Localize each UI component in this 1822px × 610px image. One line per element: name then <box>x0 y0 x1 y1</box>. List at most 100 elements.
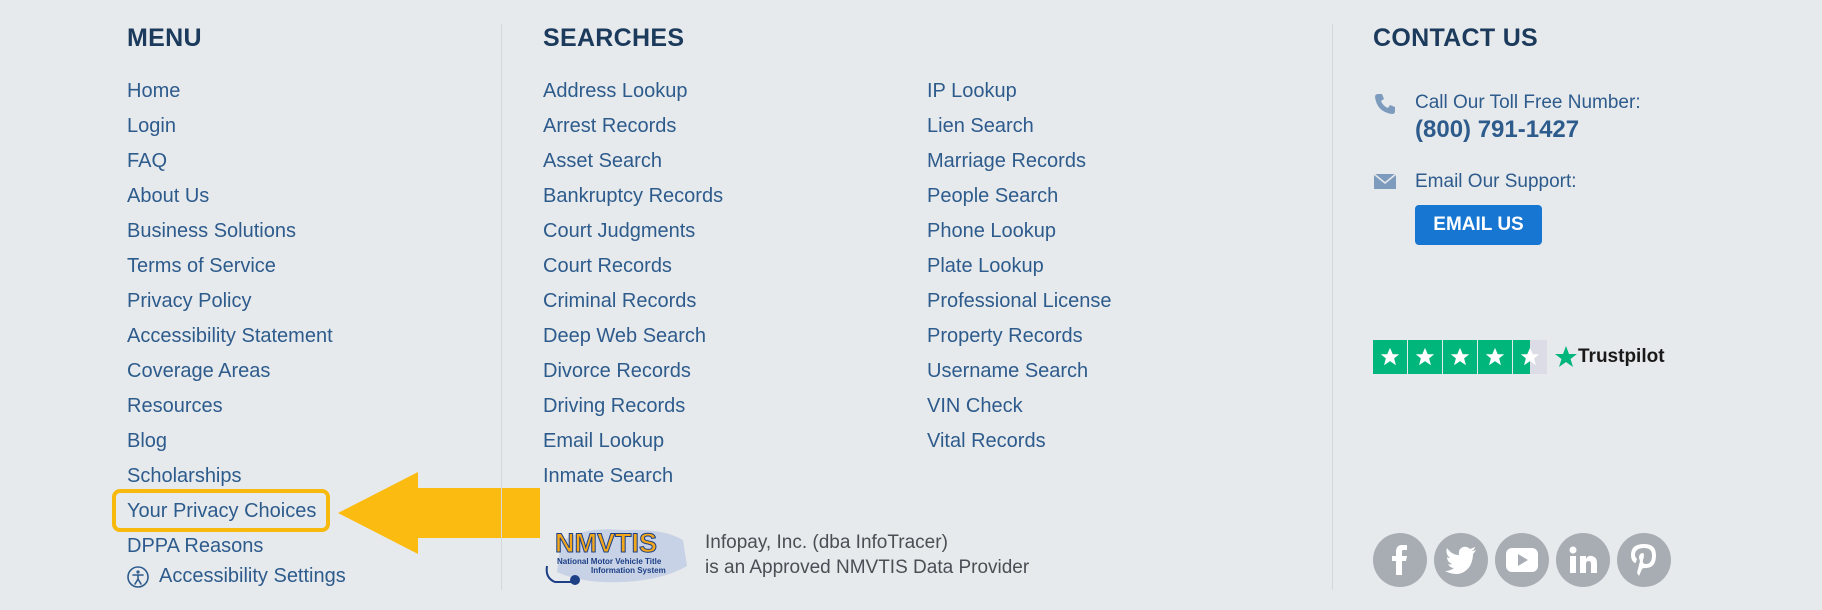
search-item: People Search <box>927 184 1112 219</box>
search-link-vital[interactable]: Vital Records <box>927 430 1046 452</box>
search-link-phone[interactable]: Phone Lookup <box>927 220 1056 242</box>
pinterest-icon[interactable] <box>1617 533 1671 587</box>
search-item: Asset Search <box>543 149 723 184</box>
search-link-vin[interactable]: VIN Check <box>927 395 1023 417</box>
trustpilot-rating <box>1373 340 1548 374</box>
contact-heading: CONTACT US <box>1373 24 1539 52</box>
menu-item-home: Home <box>127 79 333 114</box>
search-item: VIN Check <box>927 394 1112 429</box>
menu-item-privacy-choices: Your Privacy Choices <box>112 489 333 534</box>
nmvtis-line-2: is an Approved NMVTIS Data Provider <box>705 557 1030 578</box>
menu-link-about[interactable]: About Us <box>127 185 209 207</box>
menu-item-about: About Us <box>127 184 333 219</box>
menu-item-faq: FAQ <box>127 149 333 184</box>
search-link-email[interactable]: Email Lookup <box>543 430 664 452</box>
search-item: Vital Records <box>927 429 1112 464</box>
search-item: Driving Records <box>543 394 723 429</box>
menu-link-privacy-policy[interactable]: Privacy Policy <box>127 290 251 312</box>
search-item: Lien Search <box>927 114 1112 149</box>
search-item: Email Lookup <box>543 429 723 464</box>
menu-link-home[interactable]: Home <box>127 80 180 102</box>
nmvtis-line-1: Infopay, Inc. (dba InfoTracer) <box>705 532 948 553</box>
menu-link-login[interactable]: Login <box>127 115 176 137</box>
menu-link-terms[interactable]: Terms of Service <box>127 255 276 277</box>
search-item: Bankruptcy Records <box>543 184 723 219</box>
nmvtis-logo-text: NMVTIS <box>555 528 657 558</box>
menu-item-blog: Blog <box>127 429 333 464</box>
menu-link-faq[interactable]: FAQ <box>127 150 167 172</box>
accessibility-settings-label: Accessibility Settings <box>159 565 346 587</box>
social-links <box>1373 533 1678 587</box>
trustpilot-star-icon <box>1555 346 1577 367</box>
column-divider <box>501 24 502 590</box>
menu-link-scholarships[interactable]: Scholarships <box>127 465 242 487</box>
envelope-icon <box>1373 171 1399 197</box>
search-link-username[interactable]: Username Search <box>927 360 1088 382</box>
call-label: Call Our Toll Free Number: <box>1415 92 1641 113</box>
trustpilot-widget[interactable]: Trustpilot <box>1373 340 1665 374</box>
menu-item-resources: Resources <box>127 394 333 429</box>
search-link-court-records[interactable]: Court Records <box>543 255 672 277</box>
accessibility-icon <box>127 565 149 588</box>
search-link-deep-web[interactable]: Deep Web Search <box>543 325 706 347</box>
search-link-professional[interactable]: Professional License <box>927 290 1112 312</box>
facebook-icon[interactable] <box>1373 533 1427 587</box>
menu-link-privacy-choices[interactable]: Your Privacy Choices <box>127 500 316 522</box>
trustpilot-label: Trustpilot <box>1578 346 1665 367</box>
email-row: Email Our Support: <box>1373 171 1577 197</box>
linkedin-icon[interactable] <box>1556 533 1610 587</box>
search-link-inmate[interactable]: Inmate Search <box>543 465 673 487</box>
accessibility-settings-link[interactable]: Accessibility Settings <box>127 565 346 588</box>
call-info: Call Our Toll Free Number: (800) 791-142… <box>1415 92 1641 144</box>
search-link-driving[interactable]: Driving Records <box>543 395 685 417</box>
search-link-ip[interactable]: IP Lookup <box>927 80 1017 102</box>
search-item: Inmate Search <box>543 464 723 499</box>
search-link-divorce[interactable]: Divorce Records <box>543 360 691 382</box>
nmvtis-statement: Infopay, Inc. (dba InfoTracer) is an App… <box>705 530 1029 580</box>
menu-list: Home Login FAQ About Us Business Solutio… <box>112 79 333 569</box>
column-divider <box>1332 24 1333 590</box>
menu-item-login: Login <box>127 114 333 149</box>
menu-link-accessibility-statement[interactable]: Accessibility Statement <box>127 325 333 347</box>
menu-link-dppa[interactable]: DPPA Reasons <box>127 535 263 557</box>
menu-item-business: Business Solutions <box>127 219 333 254</box>
searches-list-2: IP Lookup Lien Search Marriage Records P… <box>927 79 1112 464</box>
twitter-icon[interactable] <box>1434 533 1488 587</box>
menu-item-dppa: DPPA Reasons <box>127 534 333 569</box>
search-link-people[interactable]: People Search <box>927 185 1058 207</box>
phone-number[interactable]: (800) 791-1427 <box>1415 116 1641 144</box>
search-link-criminal[interactable]: Criminal Records <box>543 290 696 312</box>
search-link-asset[interactable]: Asset Search <box>543 150 662 172</box>
nmvtis-badge: NMVTIS National Motor Vehicle Title Info… <box>543 522 1029 588</box>
search-link-arrest[interactable]: Arrest Records <box>543 115 676 137</box>
search-link-address[interactable]: Address Lookup <box>543 80 688 102</box>
star-icon <box>1373 340 1407 374</box>
search-link-bankruptcy[interactable]: Bankruptcy Records <box>543 185 723 207</box>
star-icon <box>1478 340 1512 374</box>
search-link-plate[interactable]: Plate Lookup <box>927 255 1044 277</box>
menu-item-privacy-policy: Privacy Policy <box>127 289 333 324</box>
search-link-marriage[interactable]: Marriage Records <box>927 150 1086 172</box>
search-link-court-judgments[interactable]: Court Judgments <box>543 220 695 242</box>
search-link-property[interactable]: Property Records <box>927 325 1083 347</box>
search-item: Username Search <box>927 359 1112 394</box>
email-us-button[interactable]: EMAIL US <box>1415 205 1542 245</box>
search-item: Criminal Records <box>543 289 723 324</box>
star-icon <box>1443 340 1477 374</box>
menu-item-accessibility-statement: Accessibility Statement <box>127 324 333 359</box>
half-star-icon <box>1513 340 1547 374</box>
youtube-icon[interactable] <box>1495 533 1549 587</box>
menu-link-coverage[interactable]: Coverage Areas <box>127 360 270 382</box>
footer-searches-column: SEARCHES Address Lookup Arrest Records A… <box>543 0 1303 590</box>
search-item: Marriage Records <box>927 149 1112 184</box>
search-link-lien[interactable]: Lien Search <box>927 115 1034 137</box>
nmvtis-logo-sub1: National Motor Vehicle Title <box>557 557 662 566</box>
search-item: Address Lookup <box>543 79 723 114</box>
menu-link-blog[interactable]: Blog <box>127 430 167 452</box>
menu-link-business[interactable]: Business Solutions <box>127 220 296 242</box>
nmvtis-logo-sub2: Information System <box>591 566 666 575</box>
menu-link-resources[interactable]: Resources <box>127 395 223 417</box>
search-item: Divorce Records <box>543 359 723 394</box>
searches-list-1: Address Lookup Arrest Records Asset Sear… <box>543 79 723 499</box>
highlight-arrow <box>338 472 540 554</box>
